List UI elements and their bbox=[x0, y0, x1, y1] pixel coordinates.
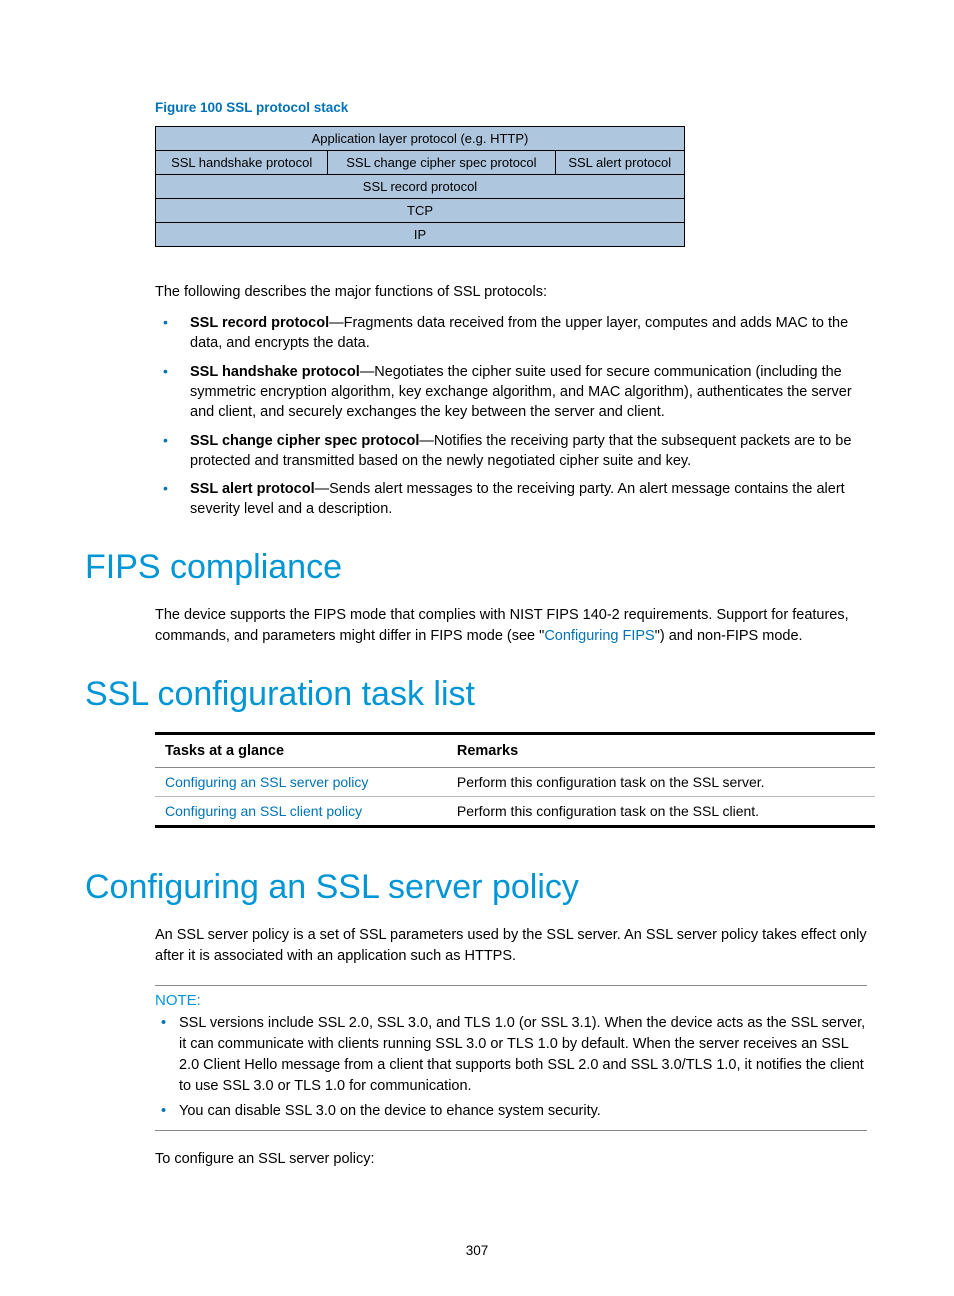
closing-text: To configure an SSL server policy: bbox=[155, 1149, 867, 1170]
figure-caption: Figure 100 SSL protocol stack bbox=[155, 100, 867, 115]
note-list: SSL versions include SSL 2.0, SSL 3.0, a… bbox=[155, 1013, 867, 1122]
heading-server-policy: Configuring an SSL server policy bbox=[85, 868, 867, 907]
stack-row-tcp: TCP bbox=[156, 199, 685, 223]
list-item: SSL alert protocol—Sends alert messages … bbox=[155, 479, 867, 520]
task-remark: Perform this configuration task on the S… bbox=[447, 767, 875, 796]
protocol-title: SSL alert protocol bbox=[190, 481, 315, 497]
stack-cell-cipher: SSL change cipher spec protocol bbox=[328, 151, 555, 175]
stack-cell-alert: SSL alert protocol bbox=[555, 151, 685, 175]
configuring-fips-link[interactable]: Configuring FIPS bbox=[544, 628, 654, 644]
protocol-title: SSL change cipher spec protocol bbox=[190, 433, 419, 449]
list-item: SSL record protocol—Fragments data recei… bbox=[155, 313, 867, 354]
task-remark: Perform this configuration task on the S… bbox=[447, 796, 875, 826]
fips-text-after: ") and non-FIPS mode. bbox=[655, 628, 803, 644]
note-item: You can disable SSL 3.0 on the device to… bbox=[155, 1101, 867, 1122]
protocol-title: SSL record protocol bbox=[190, 315, 329, 331]
protocol-list: SSL record protocol—Fragments data recei… bbox=[155, 313, 867, 520]
task-table: Tasks at a glance Remarks Configuring an… bbox=[155, 732, 875, 828]
heading-tasklist: SSL configuration task list bbox=[85, 675, 867, 714]
table-row: Configuring an SSL client policy Perform… bbox=[155, 796, 875, 826]
note-item: SSL versions include SSL 2.0, SSL 3.0, a… bbox=[155, 1013, 867, 1097]
protocol-title: SSL handshake protocol bbox=[190, 364, 360, 380]
page-number: 307 bbox=[0, 1243, 954, 1258]
task-header-tasks: Tasks at a glance bbox=[155, 733, 447, 767]
stack-row-ip: IP bbox=[156, 223, 685, 247]
task-link-server[interactable]: Configuring an SSL server policy bbox=[165, 774, 368, 790]
heading-fips: FIPS compliance bbox=[85, 548, 867, 587]
server-policy-paragraph: An SSL server policy is a set of SSL par… bbox=[155, 925, 867, 967]
stack-row-app: Application layer protocol (e.g. HTTP) bbox=[156, 127, 685, 151]
list-item: SSL change cipher spec protocol—Notifies… bbox=[155, 431, 867, 472]
protocol-stack-table: Application layer protocol (e.g. HTTP) S… bbox=[155, 126, 685, 247]
intro-text: The following describes the major functi… bbox=[155, 282, 867, 303]
fips-paragraph: The device supports the FIPS mode that c… bbox=[155, 605, 867, 647]
note-block: NOTE: SSL versions include SSL 2.0, SSL … bbox=[155, 985, 867, 1131]
stack-row-record: SSL record protocol bbox=[156, 175, 685, 199]
task-link-client[interactable]: Configuring an SSL client policy bbox=[165, 803, 362, 819]
stack-cell-handshake: SSL handshake protocol bbox=[156, 151, 328, 175]
table-row: Configuring an SSL server policy Perform… bbox=[155, 767, 875, 796]
note-label: NOTE: bbox=[155, 992, 867, 1009]
list-item: SSL handshake protocol—Negotiates the ci… bbox=[155, 362, 867, 423]
task-header-remarks: Remarks bbox=[447, 733, 875, 767]
